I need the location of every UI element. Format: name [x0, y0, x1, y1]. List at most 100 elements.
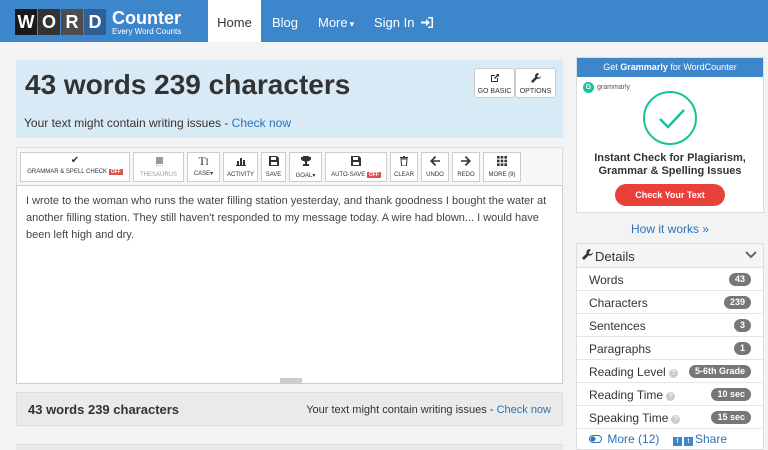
- chevron-down-icon: ▾: [349, 19, 355, 29]
- grammarly-wordmark: grammarly: [597, 84, 631, 91]
- more-details-link[interactable]: More (12): [589, 432, 659, 446]
- undo-button[interactable]: UNDO: [421, 152, 449, 182]
- detail-row-speaking-time: Speaking Time? 15 sec: [577, 406, 763, 429]
- save-button[interactable]: SAVE: [261, 152, 286, 182]
- save-icon: [262, 156, 285, 169]
- check-now-link[interactable]: Check now: [232, 116, 291, 130]
- go-basic-button[interactable]: GO BASIC: [474, 68, 515, 98]
- text-editor[interactable]: I wrote to the woman who runs the water …: [16, 185, 563, 384]
- top-navbar: W O R D Counter Every Word Counts Home B…: [0, 0, 768, 42]
- text-size-icon: TI: [198, 154, 209, 168]
- nav-sign-in-label: Sign In: [374, 15, 415, 30]
- detail-label: Characters: [589, 296, 648, 310]
- thesaurus-label: THESAURUS: [139, 172, 177, 178]
- grammar-off-badge: OFF: [108, 169, 123, 175]
- chevron-down-icon[interactable]: [745, 248, 757, 262]
- detail-row-words: Words 43: [577, 268, 763, 291]
- redo-button[interactable]: REDO: [452, 152, 480, 182]
- nav-sign-in[interactable]: Sign In: [374, 0, 434, 42]
- grammar-spell-check-label: GRAMMAR & SPELL CHECK: [27, 169, 108, 175]
- more-tools-button[interactable]: MORE (9): [483, 152, 521, 182]
- help-icon[interactable]: ?: [671, 415, 681, 424]
- reading-level-label: Reading Level: [589, 365, 666, 379]
- details-title: Details: [595, 249, 635, 264]
- detail-label: Reading Level?: [589, 365, 678, 379]
- trophy-icon: [290, 156, 321, 169]
- check-your-text-button[interactable]: Check Your Text: [615, 184, 725, 206]
- grammar-spell-check-button[interactable]: ✔ GRAMMAR & SPELL CHECK OFF: [20, 152, 130, 182]
- reading-time-label: Reading Time: [589, 388, 664, 402]
- footer-writing-issues: Your text might contain writing issues -…: [306, 404, 551, 416]
- details-header[interactable]: Details: [577, 244, 763, 268]
- detail-value-badge: 239: [723, 296, 751, 309]
- logo-tagline: Every Word Counts: [112, 26, 182, 36]
- ad-header-brand: Grammarly: [620, 62, 668, 72]
- below-fold-panel: [16, 444, 563, 450]
- help-icon[interactable]: ?: [666, 392, 676, 401]
- options-button[interactable]: OPTIONS: [515, 68, 556, 98]
- ad-header: Get Grammarly for WordCounter: [577, 58, 763, 77]
- bar-chart-icon: [224, 156, 257, 169]
- writing-issues-text: Your text might contain writing issues -: [24, 116, 232, 130]
- thesaurus-button[interactable]: THESAURUS: [133, 152, 184, 182]
- help-icon[interactable]: ?: [668, 369, 678, 378]
- save-label: SAVE: [265, 172, 282, 178]
- goal-label: GOAL: [295, 173, 313, 179]
- arrow-left-icon: [422, 156, 448, 169]
- detail-row-reading-time: Reading Time? 10 sec: [577, 383, 763, 406]
- undo-label: UNDO: [426, 172, 444, 178]
- detail-label: Sentences: [589, 319, 646, 333]
- share-links[interactable]: f t Share: [673, 432, 727, 446]
- wordcounter-logo[interactable]: W O R D Counter Every Word Counts: [15, 8, 181, 36]
- resize-handle[interactable]: [280, 378, 302, 383]
- footer-issues-text: Your text might contain writing issues -: [306, 404, 497, 416]
- detail-label: Reading Time?: [589, 388, 676, 402]
- activity-button[interactable]: ACTIVITY: [223, 152, 258, 182]
- detail-row-sentences: Sentences 3: [577, 314, 763, 337]
- footer-check-now-link[interactable]: Check now: [497, 404, 551, 416]
- case-dropdown[interactable]: TI CASE▾: [187, 152, 220, 182]
- sign-in-icon: [421, 17, 434, 28]
- ad-header-prefix: Get: [603, 62, 621, 72]
- writing-issues-notice: Your text might contain writing issues -…: [24, 116, 291, 130]
- case-label: CASE: [193, 171, 211, 177]
- details-panel: Details Words 43 Characters 239 Sentence…: [576, 243, 764, 450]
- editor-content[interactable]: I wrote to the woman who runs the water …: [26, 193, 556, 244]
- ad-headline-1: Instant Check for Plagiarism,: [594, 152, 746, 164]
- footer-word-count: 43 words 239 characters: [28, 402, 180, 417]
- nav-home[interactable]: Home: [208, 0, 261, 42]
- detail-value-badge: 43: [728, 273, 751, 286]
- save-icon: [326, 156, 386, 169]
- detail-row-paragraphs: Paragraphs 1: [577, 337, 763, 360]
- twitter-icon[interactable]: t: [684, 437, 693, 446]
- nav-blog[interactable]: Blog: [272, 0, 298, 42]
- trash-icon: [391, 156, 417, 169]
- check-circle-icon: [643, 91, 697, 145]
- clear-label: CLEAR: [393, 172, 414, 178]
- detail-value-badge: 3: [733, 319, 751, 332]
- grammarly-g-icon: G: [583, 82, 594, 93]
- more-details-label: More (12): [607, 432, 660, 446]
- clear-button[interactable]: CLEAR: [390, 152, 418, 182]
- how-it-works-link[interactable]: How it works »: [576, 222, 764, 236]
- editor-toolbar: ✔ GRAMMAR & SPELL CHECK OFF THESAURUS TI…: [16, 147, 563, 185]
- word-count-summary: 43 words 239 characters Your text might …: [16, 60, 563, 138]
- arrow-right-icon: [453, 156, 479, 169]
- logo-letter-o: O: [38, 9, 60, 35]
- facebook-icon[interactable]: f: [673, 437, 682, 446]
- check-icon: ✔: [70, 155, 80, 166]
- auto-save-button[interactable]: AUTO-SAVE OFF: [325, 152, 387, 182]
- logo-counter-text: Counter: [112, 7, 181, 28]
- chevron-down-icon: ▾: [312, 173, 316, 179]
- goal-dropdown[interactable]: GOAL▾: [289, 152, 322, 182]
- book-icon: [134, 156, 183, 169]
- detail-value-badge: 10 sec: [711, 388, 751, 401]
- logo-letter-r: R: [61, 9, 83, 35]
- page-title: 43 words 239 characters: [25, 69, 351, 100]
- nav-more[interactable]: More ▾: [318, 0, 354, 42]
- detail-value-badge: 15 sec: [711, 411, 751, 424]
- activity-label: ACTIVITY: [226, 172, 254, 178]
- detail-value-badge: 1: [733, 342, 751, 355]
- detail-row-characters: Characters 239: [577, 291, 763, 314]
- grammarly-ad[interactable]: Get Grammarly for WordCounter Ggrammarly…: [576, 57, 764, 213]
